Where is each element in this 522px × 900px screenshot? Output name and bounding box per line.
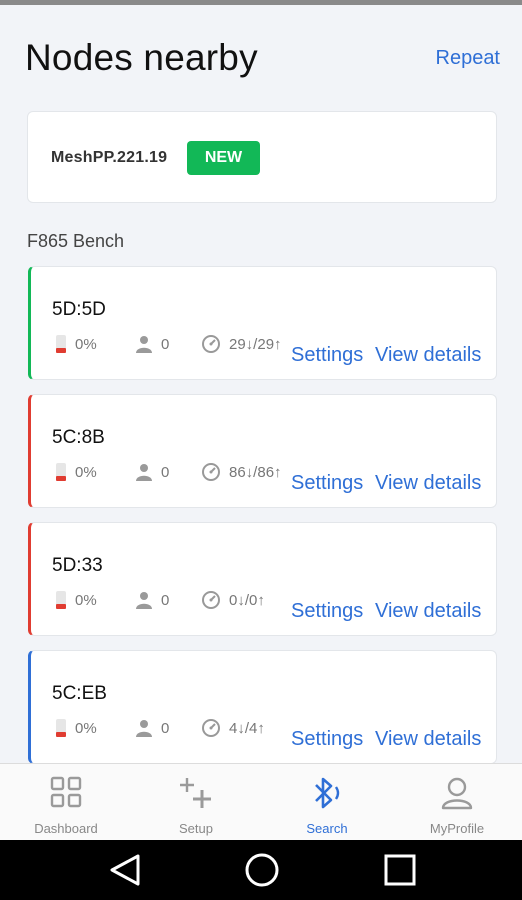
node-id: 5C:8B: [52, 427, 105, 448]
back-triangle-icon[interactable]: [108, 852, 142, 888]
battery-icon: [56, 463, 66, 481]
recents-square-icon[interactable]: [383, 852, 417, 888]
nav-dashboard[interactable]: Dashboard: [1, 764, 131, 841]
node-id: 5D:33: [52, 555, 103, 576]
battery-icon: [56, 719, 66, 737]
battery-value: 0%: [75, 463, 97, 481]
battery-icon: [56, 335, 66, 353]
nav-label: Setup: [179, 821, 213, 836]
traffic-stat: 0↓/0↑: [201, 589, 265, 611]
view-details-link[interactable]: View details: [375, 728, 481, 751]
node-list[interactable]: 5D:5D 0% 0 29↓/29↑ Settings View details…: [0, 266, 522, 763]
users-stat: 0: [135, 589, 169, 611]
speed-gauge-icon: [202, 591, 220, 609]
group-label: F865 Bench: [27, 231, 125, 251]
battery-stat: 0%: [55, 589, 97, 611]
battery-stat: 0%: [55, 333, 97, 355]
speed-gauge-icon: [202, 463, 220, 481]
node-card[interactable]: 5C:EB 0% 0 4↓/4↑ Settings View details: [28, 650, 497, 763]
settings-link[interactable]: Settings: [291, 600, 363, 623]
battery-value: 0%: [75, 719, 97, 737]
users-value: 0: [161, 719, 170, 737]
speed-gauge-icon: [202, 335, 220, 353]
android-navigation-bar: [0, 840, 522, 900]
node-id: 5C:EB: [52, 683, 107, 704]
nav-setup[interactable]: Setup: [131, 764, 261, 841]
nav-label: Dashboard: [34, 821, 98, 836]
firmware-card[interactable]: MeshPP.221.19 NEW: [27, 111, 497, 203]
settings-link[interactable]: Settings: [291, 728, 363, 751]
plus-setup-icon: [180, 778, 211, 808]
users-value: 0: [161, 463, 170, 481]
settings-link[interactable]: Settings: [291, 472, 363, 495]
nav-search[interactable]: Search: [262, 764, 392, 841]
header: Nodes nearby Repeat: [0, 5, 522, 105]
traffic-value: 29↓/29↑: [229, 335, 282, 353]
users-stat: 0: [135, 717, 169, 739]
grid-icon: [50, 776, 82, 808]
node-id: 5D:5D: [52, 299, 106, 320]
battery-stat: 0%: [55, 717, 97, 739]
bottom-nav: Dashboard Setup Search MyProfile: [0, 763, 522, 840]
users-stat: 0: [135, 333, 169, 355]
view-details-link[interactable]: View details: [375, 344, 481, 367]
user-icon: [136, 720, 152, 737]
node-card[interactable]: 5C:8B 0% 0 86↓/86↑ Settings View details: [28, 394, 497, 508]
user-icon: [136, 464, 152, 481]
nav-myprofile[interactable]: MyProfile: [392, 764, 522, 841]
node-card[interactable]: 5D:5D 0% 0 29↓/29↑ Settings View details: [28, 266, 497, 380]
traffic-stat: 4↓/4↑: [201, 717, 265, 739]
traffic-stat: 86↓/86↑: [201, 461, 282, 483]
traffic-value: 0↓/0↑: [229, 591, 265, 609]
repeat-button[interactable]: Repeat: [436, 47, 501, 70]
battery-value: 0%: [75, 335, 97, 353]
users-value: 0: [161, 591, 170, 609]
view-details-link[interactable]: View details: [375, 600, 481, 623]
bluetooth-search-icon: [315, 777, 340, 809]
nav-label: MyProfile: [429, 821, 485, 836]
users-value: 0: [161, 335, 170, 353]
traffic-value: 4↓/4↑: [229, 719, 265, 737]
user-icon: [136, 592, 152, 609]
new-badge: NEW: [187, 141, 260, 175]
firmware-version: MeshPP.221.19: [51, 149, 168, 166]
traffic-stat: 29↓/29↑: [201, 333, 282, 355]
settings-link[interactable]: Settings: [291, 344, 363, 367]
battery-icon: [56, 591, 66, 609]
battery-stat: 0%: [55, 461, 97, 483]
users-stat: 0: [135, 461, 169, 483]
traffic-value: 86↓/86↑: [229, 463, 282, 481]
view-details-link[interactable]: View details: [375, 472, 481, 495]
home-circle-icon[interactable]: [244, 852, 280, 888]
user-icon: [136, 336, 152, 353]
nav-label: Search: [306, 821, 348, 836]
speed-gauge-icon: [202, 719, 220, 737]
node-card[interactable]: 5D:33 0% 0 0↓/0↑ Settings View details: [28, 522, 497, 636]
battery-value: 0%: [75, 591, 97, 609]
page-title: Nodes nearby: [25, 37, 258, 78]
person-icon: [441, 777, 473, 810]
